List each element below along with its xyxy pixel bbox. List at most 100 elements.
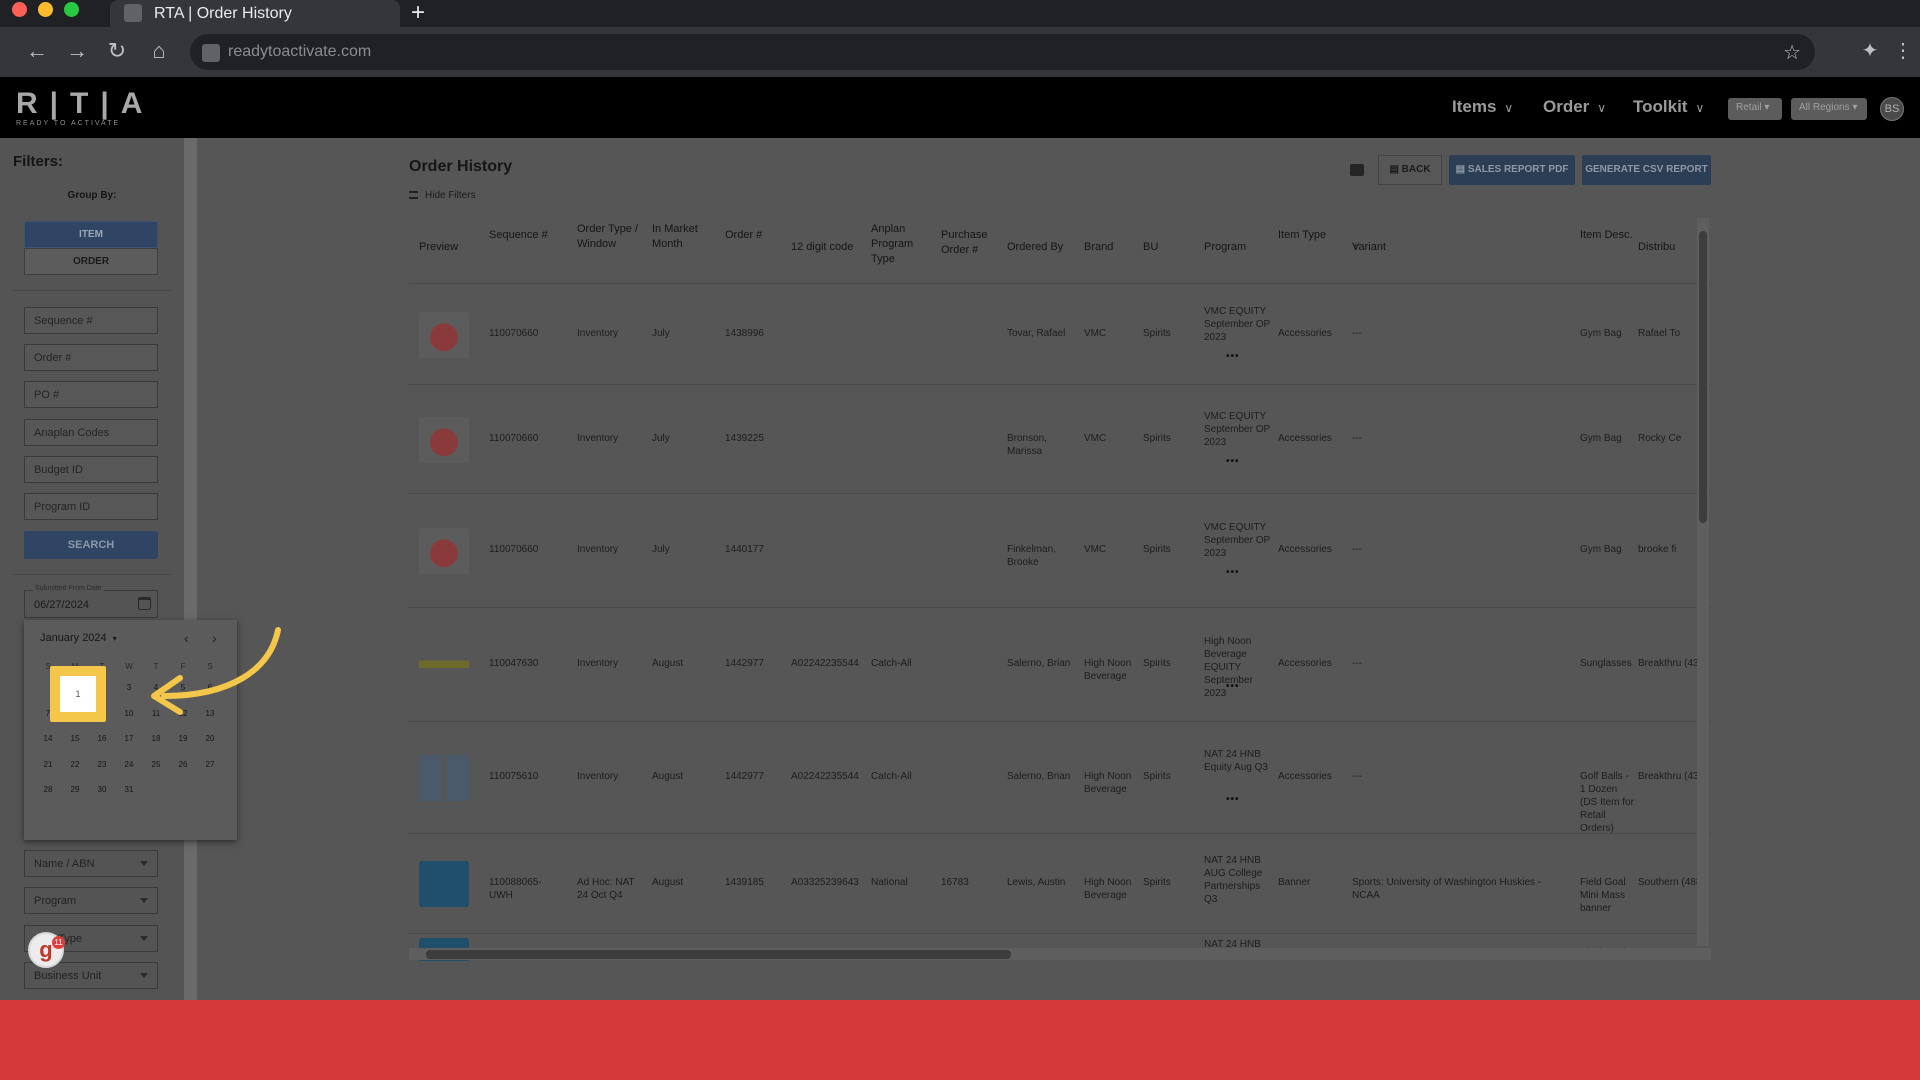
- table-row[interactable]: 110075610 Inventory August 1442977 A02242235…: [409, 722, 1711, 834]
- group-by-order-button[interactable]: ORDER: [24, 248, 158, 275]
- calendar-day[interactable]: 19: [171, 731, 195, 747]
- nav-order[interactable]: Order ∨: [1543, 97, 1606, 117]
- extensions-puzzle-icon[interactable]: ✦: [1855, 36, 1885, 66]
- calendar-day[interactable]: 26: [171, 757, 195, 773]
- address-bar[interactable]: readytoactivate.com ☆: [190, 34, 1815, 70]
- calendar-day[interactable]: 24: [117, 757, 141, 773]
- calendar-day[interactable]: 14: [36, 731, 60, 747]
- nav-items[interactable]: Items ∨: [1452, 97, 1513, 117]
- name-abn-select[interactable]: Name / ABN: [24, 850, 158, 877]
- program-more-icon[interactable]: •••: [1226, 456, 1240, 467]
- calendar-month-select[interactable]: January 2024 ▾: [40, 632, 117, 644]
- close-window-icon[interactable]: [12, 2, 27, 17]
- bookmark-star-icon[interactable]: ☆: [1783, 40, 1801, 65]
- column-header[interactable]: Preview: [419, 240, 479, 255]
- column-header[interactable]: Item Type: [1278, 228, 1348, 243]
- table-row[interactable]: 110088065-UWH Ad Hoc: NAT 24 Oct Q4 August…: [409, 834, 1711, 934]
- calendar-day[interactable]: 18: [144, 731, 168, 747]
- table-row[interactable]: 110070660 Inventory July 1440177 Finkelman, …: [409, 494, 1711, 608]
- column-header[interactable]: 12 digit code: [791, 240, 866, 255]
- sales-report-pdf-button[interactable]: ▤ SALES REPORT PDF: [1449, 155, 1575, 185]
- table-row[interactable]: 110070660 Inventory July 1438996 Tovar, Rafa…: [409, 284, 1711, 385]
- calendar-day[interactable]: 23: [90, 757, 114, 773]
- calendar-day[interactable]: 10: [117, 706, 141, 722]
- calendar-day[interactable]: 30: [90, 782, 114, 798]
- user-avatar[interactable]: BS: [1880, 97, 1904, 121]
- column-header[interactable]: Item Desc.: [1580, 228, 1640, 243]
- sort-ascending-icon[interactable]: ↑: [1353, 240, 1359, 255]
- program-more-icon[interactable]: •••: [1226, 351, 1240, 362]
- calendar-day[interactable]: 28: [36, 782, 60, 798]
- program-more-icon[interactable]: •••: [1226, 794, 1240, 805]
- column-header[interactable]: BU: [1143, 240, 1198, 255]
- calendar-day[interactable]: 25: [144, 757, 168, 773]
- column-header[interactable]: Purchase Order #: [941, 228, 1001, 258]
- highlighted-day-marker[interactable]: 1: [50, 666, 106, 722]
- sequence-input[interactable]: Sequence #: [24, 307, 158, 334]
- calendar-day[interactable]: 17: [117, 731, 141, 747]
- cell-type: Ad Hoc: NAT 24 Oct Q4: [577, 877, 635, 901]
- item-preview-thumbnail[interactable]: [419, 311, 469, 358]
- hide-filters-toggle[interactable]: Hide Filters: [409, 190, 476, 201]
- channel-select[interactable]: Retail ▾: [1728, 98, 1782, 120]
- new-tab-button[interactable]: +: [405, 1, 431, 25]
- item-preview-thumbnail[interactable]: [419, 861, 469, 907]
- sidebar-scrollbar[interactable]: [184, 138, 197, 1000]
- column-header[interactable]: Brand: [1084, 240, 1139, 255]
- column-header[interactable]: Ordered By: [1007, 240, 1077, 255]
- column-header[interactable]: In Market Month: [652, 222, 722, 252]
- calendar-day[interactable]: 3: [117, 680, 141, 696]
- nav-toolkit[interactable]: Toolkit ∨: [1633, 97, 1704, 117]
- program-more-icon[interactable]: •••: [1226, 681, 1240, 692]
- group-by-item-button[interactable]: ITEM: [24, 221, 158, 248]
- calendar-day[interactable]: 16: [90, 731, 114, 747]
- column-header[interactable]: Program: [1204, 240, 1274, 255]
- calendar-day[interactable]: 29: [63, 782, 87, 798]
- site-info-icon[interactable]: [202, 44, 220, 62]
- table-row[interactable]: 110047630 Inventory August 1442977 A02242235…: [409, 608, 1711, 722]
- back-arrow-icon[interactable]: ←: [22, 36, 52, 66]
- item-preview-thumbnail[interactable]: [419, 755, 469, 801]
- calendar-day[interactable]: 21: [36, 757, 60, 773]
- program-id-input[interactable]: Program ID: [24, 493, 158, 520]
- column-header[interactable]: Sequence #: [489, 228, 569, 243]
- table-horizontal-scroll-thumb[interactable]: [426, 950, 1011, 959]
- calendar-day[interactable]: 31: [117, 782, 141, 798]
- column-header[interactable]: Anplan Program Type: [871, 222, 931, 267]
- column-header[interactable]: Order Type / Window: [577, 222, 647, 252]
- reload-icon[interactable]: ↻: [102, 36, 132, 66]
- calendar-day[interactable]: 15: [63, 731, 87, 747]
- back-button[interactable]: ▤ BACK: [1378, 155, 1442, 185]
- generate-csv-report-button[interactable]: GENERATE CSV REPORT: [1582, 155, 1711, 185]
- address-url[interactable]: readytoactivate.com: [228, 43, 371, 61]
- forward-arrow-icon[interactable]: →: [62, 36, 92, 66]
- rta-logo[interactable]: R|T|A: [16, 87, 154, 121]
- search-button[interactable]: SEARCH: [24, 531, 158, 559]
- anaplan-codes-input[interactable]: Anaplan Codes: [24, 419, 158, 446]
- submitted-from-date-field[interactable]: 06/27/2024: [24, 590, 158, 618]
- zoom-window-icon[interactable]: [64, 2, 79, 17]
- table-row[interactable]: 110070660 Inventory July 1439225 Bronson, Ma…: [409, 385, 1711, 494]
- item-preview-thumbnail[interactable]: [419, 416, 469, 463]
- minimize-window-icon[interactable]: [38, 2, 53, 17]
- order-number-input[interactable]: Order #: [24, 344, 158, 371]
- browser-menu-icon[interactable]: ⋮: [1888, 36, 1918, 66]
- calendar-day-selected[interactable]: 1: [60, 676, 96, 712]
- calendar-day[interactable]: 20: [198, 731, 222, 747]
- home-icon[interactable]: ⌂: [144, 36, 174, 66]
- item-preview-thumbnail[interactable]: [419, 642, 469, 688]
- browser-tab[interactable]: RTA | Order History: [110, 0, 400, 27]
- region-select[interactable]: All Regions ▾: [1791, 98, 1867, 120]
- item-preview-thumbnail[interactable]: [419, 528, 469, 574]
- calendar-day[interactable]: 22: [63, 757, 87, 773]
- program-select[interactable]: Program: [24, 887, 158, 914]
- po-number-input[interactable]: PO #: [24, 381, 158, 408]
- calendar-icon[interactable]: [138, 597, 151, 610]
- column-header[interactable]: Variant: [1352, 240, 1572, 255]
- program-more-icon[interactable]: •••: [1226, 567, 1240, 578]
- budget-id-input[interactable]: Budget ID: [24, 456, 158, 483]
- column-header[interactable]: Order #: [725, 228, 785, 243]
- print-icon[interactable]: [1350, 164, 1364, 176]
- table-vertical-scroll-thumb[interactable]: [1699, 231, 1707, 523]
- calendar-day[interactable]: 27: [198, 757, 222, 773]
